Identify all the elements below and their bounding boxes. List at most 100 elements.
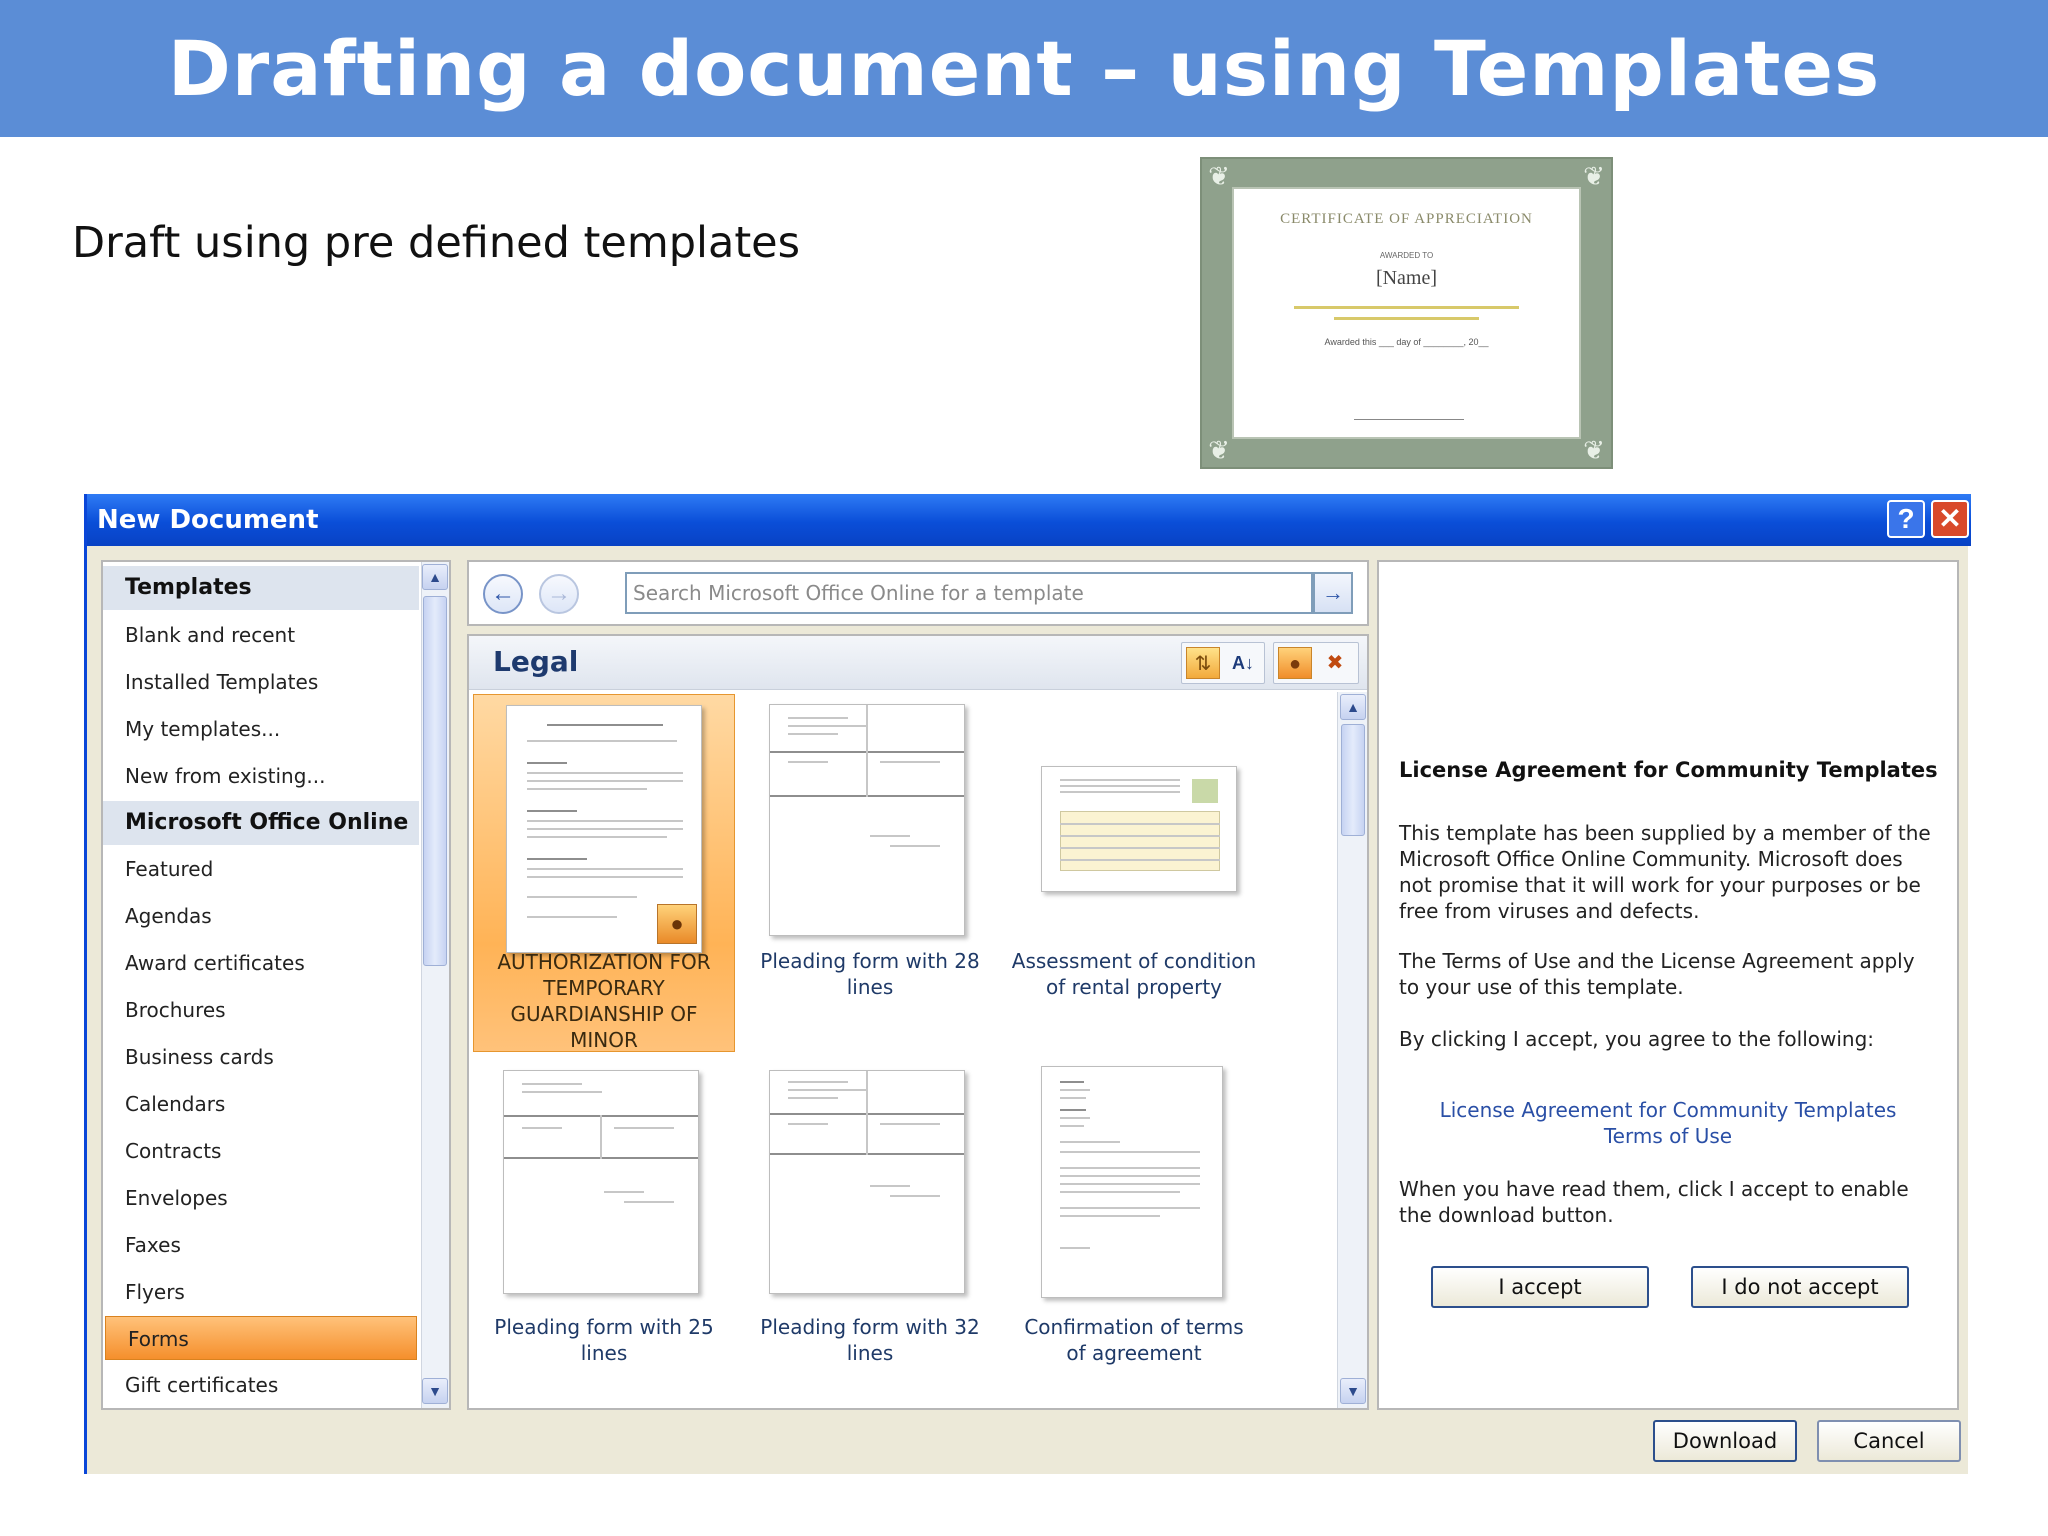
template-label: Pleading form with 25 lines [473,1314,735,1366]
template-card-pleading-28[interactable]: Pleading form with 28 lines [739,694,1001,1052]
category-item[interactable]: New from existing... [103,754,419,798]
license-paragraph: By clicking I accept, you agree to the f… [1399,1027,1875,1051]
template-label-line: Pleading form with 32 [760,1315,980,1339]
close-button[interactable]: ✕ [1931,500,1969,538]
certificate-page: CERTIFICATE OF APPRECIATION AWARDED TO [… [1232,187,1581,439]
category-section-header: Templates [103,566,419,610]
close-icon: ✕ [1938,503,1962,534]
template-label-line: lines [846,1341,894,1365]
community-template-icon: ● [657,904,697,944]
category-item[interactable]: Brochures [103,988,419,1032]
certificate-name: [Name] [1375,267,1438,289]
gallery-category-title: Legal [493,645,579,678]
user-icon[interactable]: ● [1278,647,1312,679]
category-item[interactable]: Featured [103,847,419,891]
scroll-down-button[interactable]: ▼ [422,1378,448,1404]
category-item[interactable]: My templates... [103,707,419,751]
sort-by-rating-icon[interactable]: ⇅ [1186,647,1220,679]
ornament-icon: ❦ [1583,435,1605,465]
decline-button[interactable]: I do not accept [1691,1266,1909,1308]
template-label-line: GUARDIANSHIP OF [510,1002,698,1026]
license-title: License Agreement for Community Template… [1399,758,1938,782]
template-card-pleading-32[interactable]: Pleading form with 32 lines [739,1060,1001,1418]
cancel-button[interactable]: Cancel [1817,1420,1961,1462]
license-paragraph: When you have read them, click I accept … [1399,1177,1909,1227]
chevron-down-icon: ▼ [428,1383,442,1399]
search-go-button[interactable]: → [1313,572,1353,614]
help-icon: ? [1897,503,1915,534]
accept-button[interactable]: I accept [1431,1266,1649,1308]
template-card-pleading-25[interactable]: Pleading form with 25 lines [473,1060,735,1418]
category-list: Templates Blank and recent Installed Templ… [103,562,421,1408]
new-document-dialog: New Document ? ✕ Templates Blank and rece… [84,494,1971,1474]
license-paragraph: This template has been supplied by a mem… [1399,821,1931,923]
template-label-line: Assessment of condition [1011,949,1257,973]
sort-alphabetical-icon[interactable]: A↓ [1226,647,1260,679]
category-item[interactable]: Forms [105,1316,417,1361]
template-label-line: MINOR [570,1028,638,1052]
user-toolbar: ● ✖ [1273,642,1359,684]
category-item[interactable]: Award certificates [103,941,419,985]
category-item[interactable]: Blank and recent [103,613,419,657]
slide-subtitle: Draft using pre defined templates [72,218,801,268]
category-section-header: Microsoft Office Online [103,800,419,845]
scroll-thumb[interactable] [1341,724,1365,836]
template-label-line: of rental property [1045,975,1223,999]
terms-of-use-link[interactable]: Terms of Use [1379,1124,1957,1148]
category-item[interactable]: Installed Templates [103,660,419,704]
scroll-up-button[interactable]: ▲ [422,564,448,590]
arrow-right-icon: → [1322,580,1344,605]
category-scrollbar[interactable]: ▲ ▼ [421,562,449,1408]
certificate-signature-line [1354,419,1464,424]
scroll-thumb[interactable] [423,596,447,966]
category-item[interactable]: Calendars [103,1082,419,1126]
certificate-text-line [1294,306,1519,309]
download-button[interactable]: Download [1653,1420,1797,1462]
search-input[interactable]: Search Microsoft Office Online for a tem… [625,572,1313,614]
arrow-left-icon: ← [491,580,515,607]
template-label: AUTHORIZATION FOR TEMPORARY GUARDIANSHIP O… [474,949,734,1053]
template-card-assessment[interactable]: Assessment of condition of rental propert… [1003,694,1265,1052]
template-label-line: Confirmation of terms [1024,1315,1244,1339]
gallery-header: Legal ⇅ A↓ ● ✖ [469,636,1367,690]
ornament-icon: ❦ [1208,435,1230,465]
certificate-preview: ❦ ❦ ❦ ❦ CERTIFICATE OF APPRECIATION AWAR… [1200,157,1613,469]
category-item[interactable]: Agendas [103,894,419,938]
template-thumbnail [1041,1066,1223,1298]
license-agreement-link[interactable]: License Agreement for Community Template… [1379,1098,1957,1122]
chevron-up-icon: ▲ [1346,699,1360,715]
help-button[interactable]: ? [1887,500,1925,538]
search-bar: ← → Search Microsoft Office Online for a… [467,560,1369,626]
template-gallery: Legal ⇅ A↓ ● ✖ ● AUTHORIZATION FOR TEMPO… [467,634,1369,1410]
user-remove-icon[interactable]: ✖ [1318,647,1352,679]
template-thumbnail [769,704,965,936]
template-label: Confirmation of terms of agreement [1003,1314,1265,1366]
category-item[interactable]: Faxes [103,1223,419,1267]
template-label-line: lines [846,975,894,999]
gallery-scrollbar[interactable]: ▲ ▼ [1337,692,1367,1408]
forward-button[interactable]: → [539,574,579,614]
category-item[interactable]: Business cards [103,1035,419,1079]
template-card-authorization[interactable]: ● AUTHORIZATION FOR TEMPORARY GUARDIANSHIP… [473,694,735,1052]
license-pane: License Agreement for Community Template… [1377,560,1959,1410]
template-categories-pane: Templates Blank and recent Installed Templ… [101,560,451,1410]
template-label-line: Pleading form with 28 [760,949,980,973]
license-paragraph: The Terms of Use and the License Agreeme… [1399,949,1915,999]
template-label: Pleading form with 32 lines [739,1314,1001,1366]
scroll-up-button[interactable]: ▲ [1340,694,1366,720]
ornament-icon: ❦ [1208,161,1230,191]
slide-title: Drafting a document – using Templates [167,24,1881,113]
category-item[interactable]: Gift certificates [103,1363,419,1407]
back-button[interactable]: ← [483,574,523,614]
template-thumbnail [769,1070,965,1294]
certificate-date-line: Awarded this ___ day of ________, 20__ [1324,337,1489,347]
category-item[interactable]: Contracts [103,1129,419,1173]
template-label: Assessment of condition of rental propert… [1003,948,1265,1000]
certificate-text-line [1334,317,1479,320]
category-item[interactable]: Envelopes [103,1176,419,1220]
category-item[interactable]: Flyers [103,1270,419,1314]
dialog-titlebar[interactable]: New Document ? ✕ [87,494,1971,546]
slide-header: Drafting a document – using Templates [0,0,2048,137]
scroll-down-button[interactable]: ▼ [1340,1378,1366,1404]
template-card-confirmation[interactable]: Confirmation of terms of agreement [1003,1060,1265,1418]
